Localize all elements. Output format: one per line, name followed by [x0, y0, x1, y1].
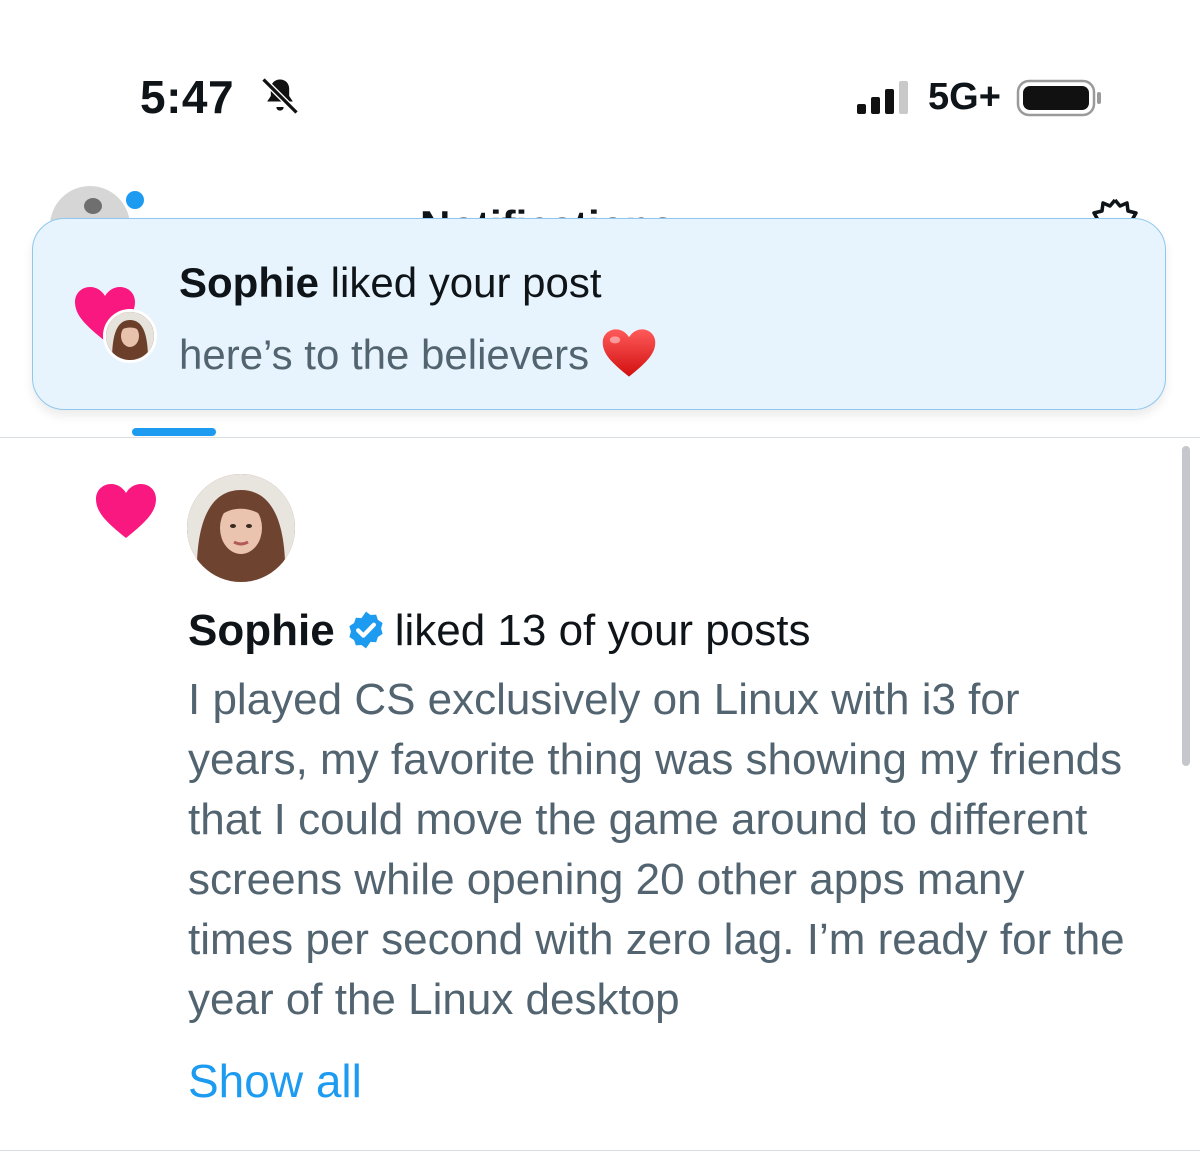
- show-all-link[interactable]: Show all: [188, 1054, 362, 1108]
- user-avatar[interactable]: [187, 474, 295, 582]
- toast-username: Sophie: [179, 259, 320, 306]
- toast-title: Sophie liked your post: [179, 259, 602, 307]
- username[interactable]: Sophie: [188, 606, 335, 655]
- divider: [0, 1150, 1200, 1151]
- verified-badge-icon: [349, 611, 383, 649]
- post-text[interactable]: I played CS exclusively on Linux with i3…: [188, 670, 1178, 1030]
- network-type: 5G+: [928, 76, 1001, 118]
- toast-post-text: here’s to the believers: [179, 327, 657, 379]
- divider: [0, 437, 1200, 438]
- active-tab-indicator: [132, 428, 216, 436]
- page-title: Notifications: [420, 200, 740, 218]
- heart-icon: [96, 484, 156, 538]
- toast-post-snippet: here’s to the believers: [179, 331, 590, 378]
- notification-action: liked 13 of your posts: [394, 606, 811, 655]
- like-toast[interactable]: Sophie liked your post here’s to the bel…: [32, 218, 1166, 410]
- unread-dot: [123, 188, 147, 212]
- red-heart-icon: [602, 329, 656, 377]
- notification-title: Sophie liked 13 of your posts: [188, 606, 810, 656]
- scrollbar[interactable]: [1182, 446, 1190, 766]
- status-time: 5:47: [140, 71, 235, 123]
- bell-muted-icon: [261, 77, 299, 115]
- avatar: [103, 309, 157, 363]
- notifications-screen: 5:47 5G+ Notifications: [0, 0, 1200, 1154]
- signal-icon: [857, 81, 908, 114]
- toast-action: liked your post: [319, 259, 602, 306]
- battery-icon: [1016, 79, 1101, 117]
